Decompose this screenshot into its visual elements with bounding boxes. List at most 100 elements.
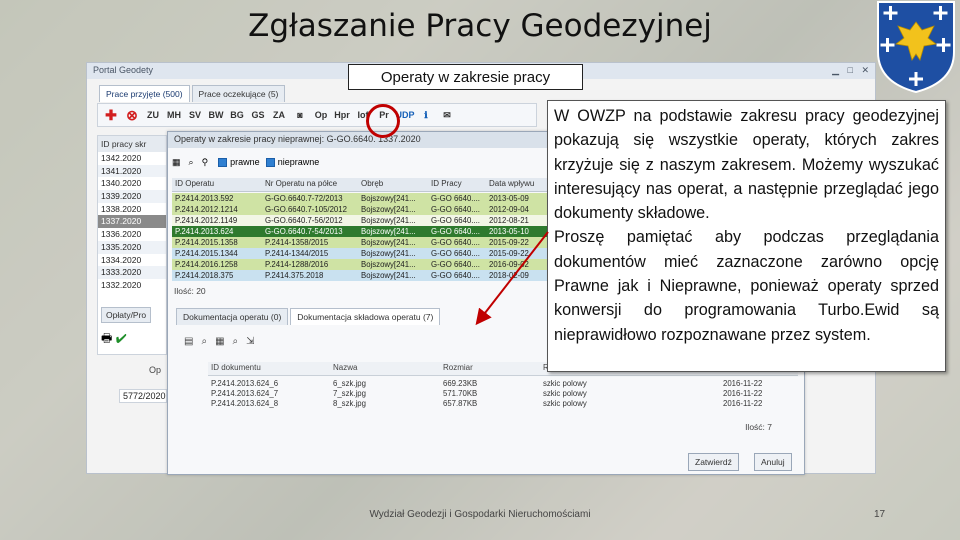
info-icon[interactable]: ℹ [417,106,435,124]
table-row[interactable]: P.2414.2015.1358 P.2414-1358/2015 Bojszowy… [172,237,552,248]
list-item[interactable]: 1335.2020 [98,240,166,254]
toolbar-gs-button[interactable]: GS [249,106,267,124]
coat-of-arms-icon [877,1,955,94]
table-row[interactable]: P.2414.2013.624_6 6_szk.jpg 669.23KB szkic … [208,378,798,388]
add-button[interactable]: ✚ [102,106,120,124]
column-header[interactable]: ID Operatu [172,178,262,191]
table-cell: Bojszowy[241... [361,271,416,280]
column-header[interactable]: Nazwa [330,362,440,375]
list-item[interactable]: 1340.2020 [98,177,166,190]
export-icon[interactable]: ⇲ [246,336,254,347]
table-row[interactable]: P.2414.2015.1344 P.2414-1344/2015 Bojszowy… [172,248,552,259]
operaty-table-header: ID Operatu Nr Operatu na półce Obręb ID … [172,178,552,192]
list-item[interactable]: 1342.2020 [98,152,166,165]
table-cell: 669.23KB [443,379,478,388]
list-item[interactable]: 1339.2020 [98,190,166,203]
list-item[interactable]: 1336.2020 [98,228,166,241]
info-paragraph: W OWZP na podstawie zakresu pracy geodez… [554,107,939,223]
preview-icon[interactable]: ▤ [184,336,193,347]
tab-dokumentacja-operatu[interactable]: Dokumentacja operatu (0) [176,308,289,325]
table-row[interactable]: P.2414.2013.624_8 8_szk.jpg 657.87KB szkic … [208,398,798,408]
list-item-selected[interactable]: 1337.2020 [98,215,166,229]
column-header[interactable]: Rozmiar [440,362,540,375]
table-row[interactable]: P.2414.2013.592 G-GO.6640.7-72/2013 Bojszo… [172,193,552,204]
highlight-circle [366,104,400,138]
close-icon[interactable]: ✕ [861,65,869,75]
page-number: 17 [874,509,886,520]
table-cell: P.2414.2016.1258 [175,260,238,269]
slide-title: Zgłaszanie Pracy Geodezyjnej [248,8,712,44]
table-row-selected[interactable]: P.2414.2013.624 G-GO.6640.7-54/2013 Bojszo… [172,226,552,237]
table-cell: 2012-09-04 [489,205,529,214]
tab-prace-przyjete[interactable]: Prace przyjęte (500) [99,85,190,102]
camera-icon[interactable]: ◙ [291,106,309,124]
table-cell: 7_szk.jpg [333,389,366,398]
table-row[interactable]: P.2414.2012.1214 G-GO.6640.7-105/2012 Bojs… [172,204,552,215]
zoom-icon[interactable]: ⌕ [233,336,239,347]
list-item[interactable]: 1332.2020 [98,279,166,292]
table-cell: P.2414.2015.1344 [175,249,238,258]
confirm-button[interactable]: Zatwierdź [688,453,739,471]
toolbar-za-button[interactable]: ZA [270,106,288,124]
column-header[interactable]: ID Pracy [428,178,486,191]
column-header[interactable]: Nr Operatu na półce [262,178,358,191]
info-paragraph: Proszę pamiętać aby podczas przeglądania… [554,228,939,344]
table-cell: P.2414.2012.1149 [175,216,238,225]
check-icon[interactable]: ✔ [116,331,127,345]
email-icon[interactable]: ✉ [438,106,456,124]
delete-button[interactable]: ⊗ [123,106,141,124]
table-cell: 2016-11-22 [723,399,763,408]
tab-dokumentacja-skladowa[interactable]: Dokumentacja składowa operatu (7) [290,308,441,325]
minimize-icon[interactable]: ▁ [832,65,839,75]
table-cell: P.2414.2013.624_6 [211,379,279,388]
list-item[interactable]: 1333.2020 [98,266,166,279]
cancel-button[interactable]: Anuluj [754,453,792,471]
tab-oplaty[interactable]: Opłaty/Pro [101,307,152,323]
table-cell: szkic polowy [543,399,587,408]
column-header[interactable]: ID dokumentu [208,362,330,375]
zoom-icon[interactable]: ⌕ [189,157,194,168]
zoom-icon[interactable]: ⌕ [201,336,207,347]
column-header[interactable]: Data wpływu [486,178,552,191]
table-cell: G-GO 6640.... [431,238,480,247]
list-item[interactable]: 1338.2020 [98,203,166,216]
list-header: ID pracy skr [98,136,166,152]
table-row[interactable]: P.2414.2013.624_7 7_szk.jpg 571.70KB szkic … [208,388,798,398]
table-cell [640,378,720,388]
list-item[interactable]: 1341.2020 [98,164,166,178]
table-cell: Bojszowy[241... [361,260,416,269]
toolbar-sv-button[interactable]: SV [186,106,204,124]
tab-prace-oczekujace[interactable]: Prace oczekujące (5) [191,85,286,102]
toolbar-bw-button[interactable]: BW [207,106,225,124]
table-cell: 2012-08-21 [489,216,529,225]
prawne-checkbox[interactable] [218,157,228,167]
table-cell: G-GO 6640.... [431,271,480,280]
toolbar-zu-button[interactable]: ZU [144,106,162,124]
table-cell: Bojszowy[241... [361,238,416,247]
toolbar-hpr-button[interactable]: Hpr [333,106,351,124]
operaty-table: P.2414.2013.592 G-GO.6640.7-72/2013 Bojszo… [172,193,552,281]
table-cell: 571.70KB [443,389,478,398]
table-cell: P.2414.2013.624_7 [211,389,279,398]
toolbar-operaty-button[interactable]: Op [312,106,330,124]
toolbar-mh-button[interactable]: MH [165,106,183,124]
documents-table: P.2414.2013.624_6 6_szk.jpg 669.23KB szkic … [208,378,798,408]
toolbar-bg-button[interactable]: BG [228,106,246,124]
table-row[interactable]: P.2414.2012.1149 G-GO.6640.7-56/2012 Bojsz… [172,215,552,226]
table-cell: G-GO 6640.... [431,227,480,236]
column-header[interactable]: Obręb [358,178,428,191]
print-icon[interactable]: 🖶 [101,331,112,345]
grid-icon[interactable]: ▦ [215,336,224,347]
fees-value[interactable]: 5772/2020 [119,389,167,403]
table-cell: 2013-05-10 [489,227,529,236]
maximize-icon[interactable]: □ [848,65,853,75]
nieprawne-checkbox[interactable] [265,157,275,167]
table-cell: G-GO 6640.... [431,249,480,258]
binoculars-icon[interactable]: ⚲ [202,157,209,168]
grid-icon[interactable]: ▦ [172,157,181,168]
table-row[interactable]: P.2414.2016.1258 P.2414-1288/2016 Bojszowy… [172,259,552,270]
table-row[interactable]: P.2414.2018.375 P.2414.375.2018 Bojszowy[2… [172,270,552,281]
table-cell: 2016-11-22 [723,379,763,388]
list-item[interactable]: 1334.2020 [98,254,166,267]
table-cell: G-GO.6640.7-105/2012 [265,205,347,214]
